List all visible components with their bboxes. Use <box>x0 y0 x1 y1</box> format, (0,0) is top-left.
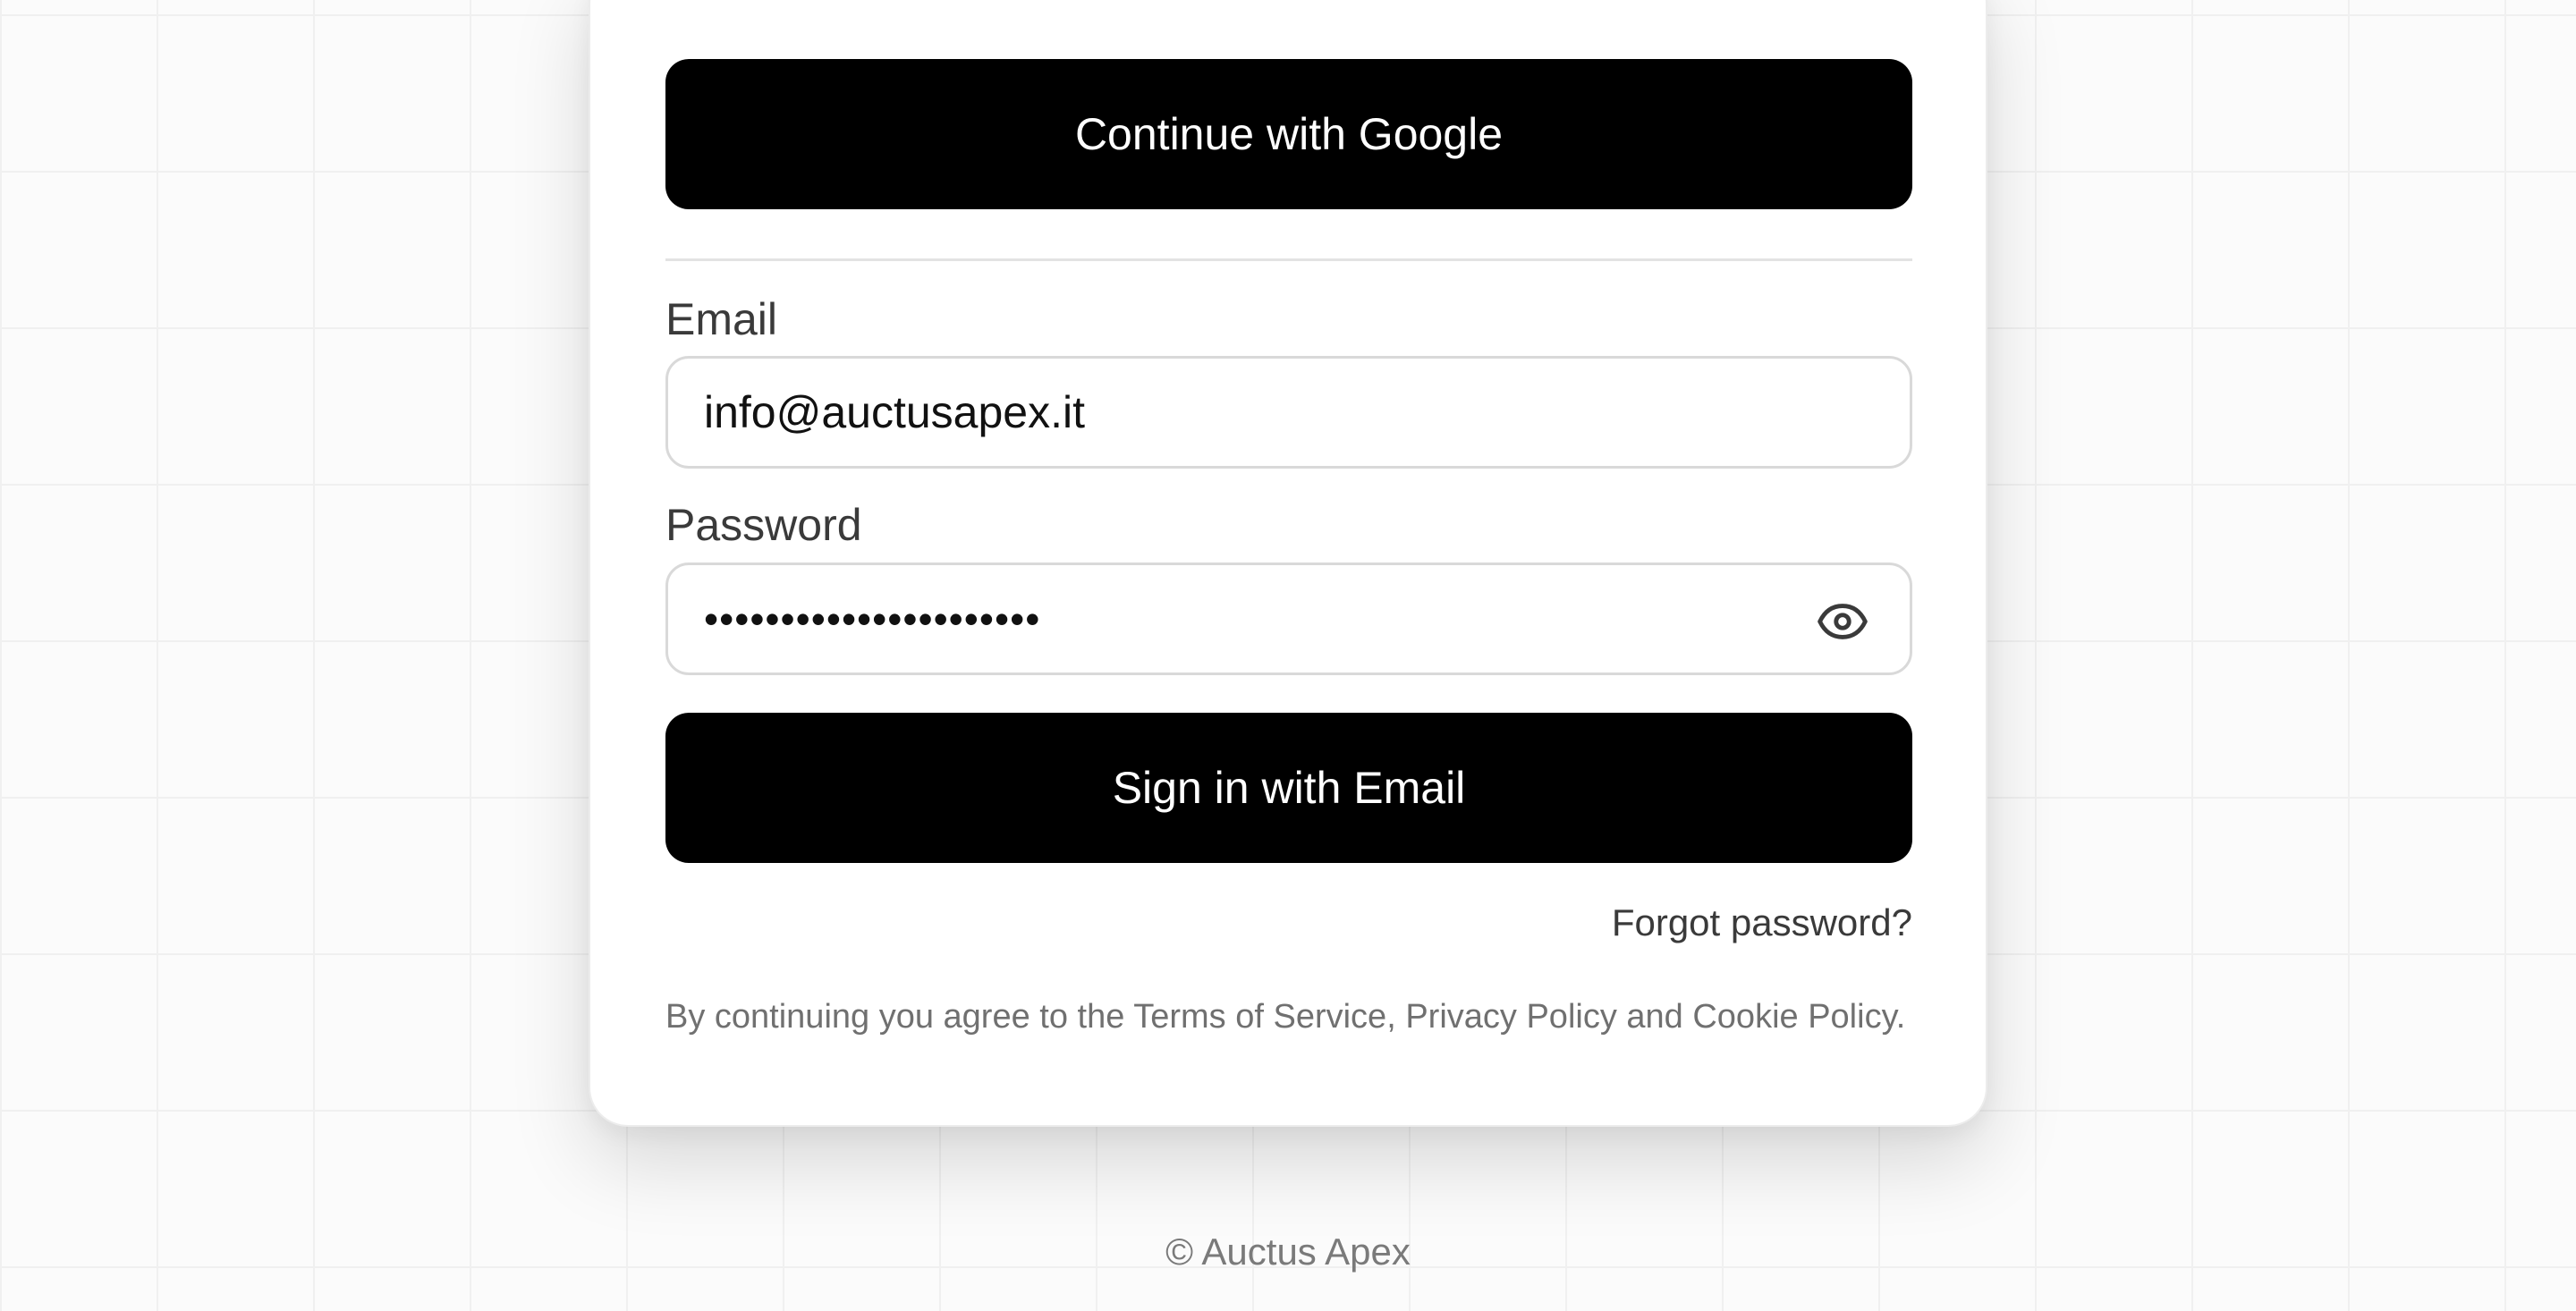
password-field-wrapper <box>665 562 1912 675</box>
legal-and: and <box>1616 998 1693 1036</box>
continue-with-google-button[interactable]: Continue with Google <box>665 59 1912 209</box>
divider <box>665 258 1912 261</box>
legal-prefix: By continuing you agree to the <box>665 998 1134 1036</box>
cookie-policy-link[interactable]: Cookie Policy <box>1692 998 1895 1036</box>
forgot-password-link[interactable]: Forgot password? <box>1612 901 1912 944</box>
privacy-policy-link[interactable]: Privacy Policy <box>1405 998 1617 1036</box>
eye-icon[interactable] <box>1817 596 1868 647</box>
password-input[interactable] <box>704 565 1777 672</box>
email-input[interactable] <box>704 359 1777 466</box>
legal-separator: , <box>1386 998 1406 1036</box>
password-label: Password <box>665 500 862 550</box>
legal-notice: By continuing you agree to the Terms of … <box>665 998 1971 1036</box>
legal-suffix: . <box>1895 998 1906 1036</box>
email-label: Email <box>665 294 778 344</box>
terms-of-service-link[interactable]: Terms of Service <box>1133 998 1386 1036</box>
email-field-wrapper <box>665 356 1912 469</box>
footer-copyright: © Auctus Apex <box>1165 1231 1411 1273</box>
sign-in-with-email-button[interactable]: Sign in with Email <box>665 713 1912 863</box>
